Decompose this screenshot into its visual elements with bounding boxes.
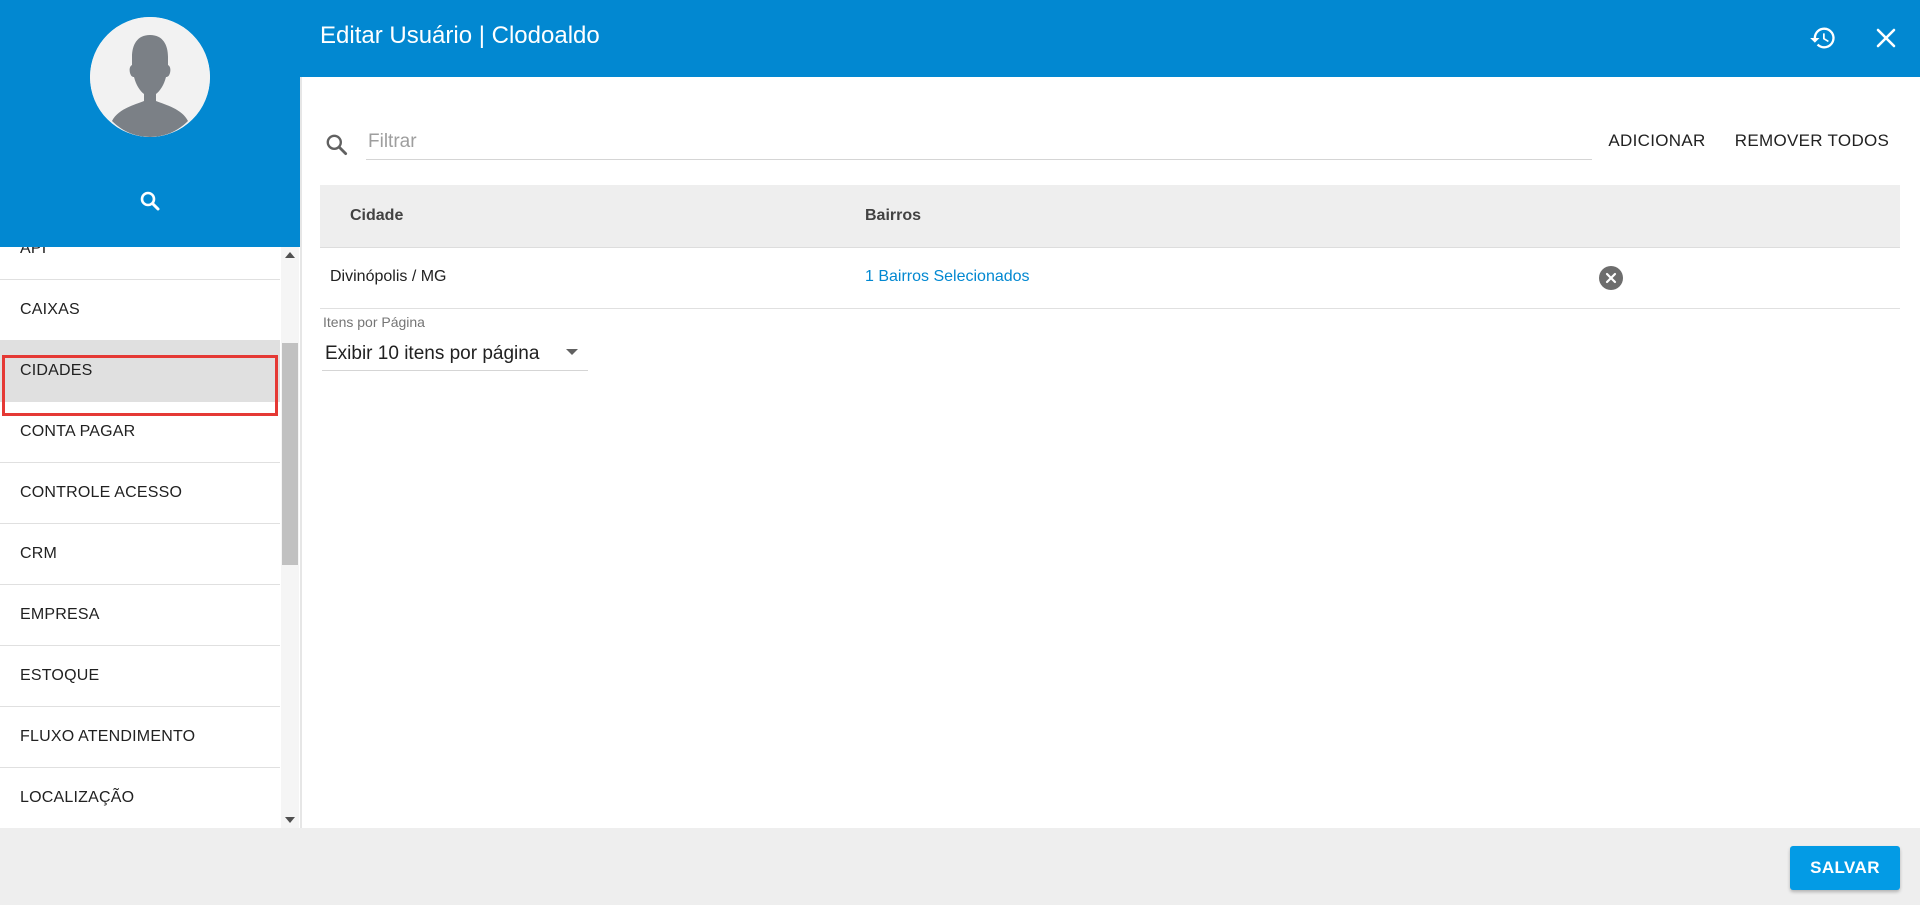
sidebar-item-crm[interactable]: CRM [0,524,280,585]
page-size-value: Exibir 10 itens por página [325,343,540,364]
remove-circle-icon [1599,266,1623,290]
sidebar-item-label: FLUXO ATENDIMENTO [20,728,196,745]
dialog-footer: SALVAR [0,828,1920,905]
filter-input[interactable] [366,124,1592,160]
sidebar-item-fluxo-atendimento[interactable]: FLUXO ATENDIMENTO [0,707,280,768]
sidebar-item-caixas[interactable]: CAIXAS [0,280,280,341]
sidebar-item-label: CRM [20,545,58,562]
scroll-thumb[interactable] [282,343,298,565]
user-silhouette-icon [90,17,210,137]
scroll-down-arrow-icon[interactable] [281,812,299,828]
sidebar-item-label: CIDADES [20,362,93,379]
sidebar-item-label: CAIXAS [20,301,80,318]
sidebar-item-label: ESTOQUE [20,667,100,684]
remove-all-button[interactable]: REMOVER TODOS [1728,124,1896,158]
sidebar-item-label: API [20,247,47,257]
sidebar-item-label: LOCALIZAÇÃO [20,789,135,806]
search-icon[interactable] [135,186,165,216]
sidebar-item-controle-acesso[interactable]: CONTROLE ACESSO [0,463,280,524]
sidebar-divider [300,77,302,828]
sidebar-item-estoque[interactable]: ESTOQUE [0,646,280,707]
sidebar-item-api[interactable]: API [0,247,280,280]
avatar[interactable] [90,17,210,137]
filter-search-icon [322,130,352,160]
remove-row-button[interactable] [1598,265,1624,291]
chevron-down-icon [566,349,578,355]
history-icon [1810,27,1835,49]
history-button[interactable] [1805,20,1841,56]
city-cell: Divinópolis / MG [330,268,447,285]
scroll-up-arrow-icon[interactable] [281,247,299,263]
menu-scrollbar[interactable] [281,247,299,828]
page-size-select[interactable]: Exibir 10 itens por página [322,335,588,371]
save-button[interactable]: SALVAR [1790,846,1900,890]
sidebar-item-label: CONTROLE ACESSO [20,484,183,501]
table-row: Divinópolis / MG 1 Bairros Selecionados [320,248,1900,309]
close-icon [1876,28,1896,48]
table-header: Cidade Bairros [320,185,1900,248]
sidebar-item-empresa[interactable]: EMPRESA [0,585,280,646]
sidebar-item-cidades[interactable]: CIDADES [0,341,280,402]
close-button[interactable] [1868,20,1904,56]
dialog-header: Editar Usuário | Clodoaldo [300,0,1920,77]
page-size-label: Itens por Página [323,314,425,330]
sidebar-item-label: CONTA PAGAR [20,423,136,440]
module-menu: API CAIXAS CIDADES CONTA PAGAR CONTROLE … [0,247,300,828]
neighborhoods-link[interactable]: 1 Bairros Selecionados [865,268,1030,286]
column-header-cidade[interactable]: Cidade [350,207,403,225]
sidebar-item-conta-pagar[interactable]: CONTA PAGAR [0,402,280,463]
column-header-bairros[interactable]: Bairros [865,207,921,225]
page-title: Editar Usuário | Clodoaldo [320,22,600,49]
sidebar-header [0,0,300,247]
sidebar-item-localizacao[interactable]: LOCALIZAÇÃO [0,768,280,828]
sidebar: API CAIXAS CIDADES CONTA PAGAR CONTROLE … [0,0,300,828]
sidebar-item-label: EMPRESA [20,606,100,623]
add-button[interactable]: ADICIONAR [1605,124,1709,158]
